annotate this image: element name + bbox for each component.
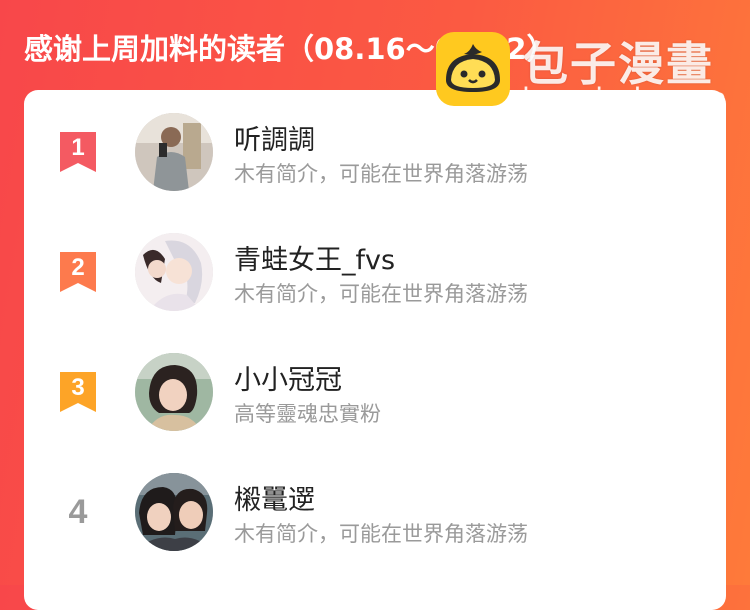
watermark-domain: baozimh.com: [522, 82, 728, 116]
rank-ribbon-badge: 3: [58, 370, 98, 414]
reader-name[interactable]: 听調調: [234, 118, 315, 157]
reader-bio: 木有简介，可能在世界角落游荡: [234, 162, 528, 186]
rank-number: 4: [68, 493, 88, 531]
site-watermark: 包子漫畫 baozimh.com: [434, 30, 734, 116]
avatar[interactable]: [135, 473, 213, 551]
reader-bio: 高等靈魂忠實粉: [234, 402, 381, 426]
avatar[interactable]: [135, 233, 213, 311]
list-item[interactable]: 4 樧鼍遻 木有简介，可能在世界角落游荡: [24, 462, 726, 562]
reader-name[interactable]: 樧鼍遻: [234, 478, 315, 517]
reader-name[interactable]: 小小冠冠: [234, 358, 342, 397]
rank-number: 2: [71, 254, 85, 281]
rank-number: 3: [71, 374, 85, 401]
reader-name[interactable]: 青蛙女王_fvs: [234, 238, 395, 277]
rank-number: 1: [71, 134, 85, 161]
reader-bio: 木有简介，可能在世界角落游荡: [234, 522, 528, 546]
rank-ribbon-badge: 2: [58, 250, 98, 294]
list-item[interactable]: 2 青蛙女王_fvs 木有简介，可能在世界角落游荡: [24, 222, 726, 322]
list-item[interactable]: 1 听調調 木有简介，可能在世界角落游荡: [24, 102, 726, 202]
rank-ribbon-badge: 1: [58, 130, 98, 174]
avatar[interactable]: [135, 113, 213, 191]
bun-logo-icon: [434, 30, 512, 108]
list-item[interactable]: 3 小小冠冠 高等靈魂忠實粉: [24, 342, 726, 442]
reader-bio: 木有简介，可能在世界角落游荡: [234, 282, 528, 306]
reader-list: 1 听調調 木有简介，可能在世界角落游荡 2 青蛙女王_fvs 木有简介，可能在…: [24, 90, 726, 610]
avatar[interactable]: [135, 353, 213, 431]
